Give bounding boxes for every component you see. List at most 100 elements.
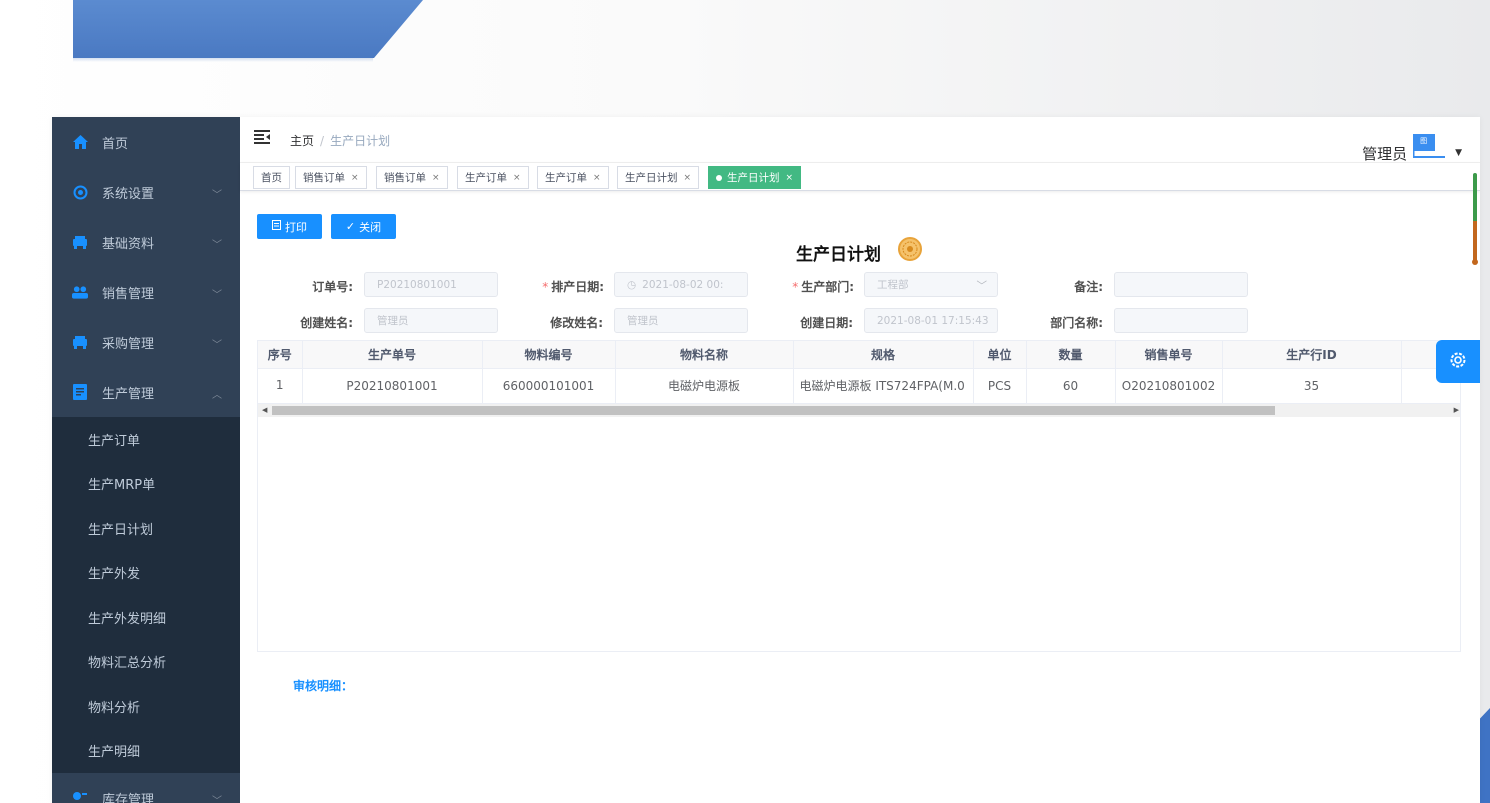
avatar[interactable]: 图 [1413,134,1446,164]
sidebar-item-label: 生产管理 [102,386,155,402]
settings-button[interactable] [1436,340,1480,383]
close-icon[interactable]: × [513,173,521,183]
tag-production-order[interactable]: 生产订单 × [537,166,609,189]
sidebar-item-basic[interactable]: 基础资料 ﹀ [52,217,240,267]
tag-daily-plan[interactable]: 生产日计划 × [617,166,700,189]
sidebar-item-sales[interactable]: 销售管理 ﹀ [52,267,240,317]
column-header[interactable]: 序号 [258,341,303,369]
avatar-text: 图 [1420,137,1428,145]
printer-icon [272,220,281,233]
close-icon[interactable]: × [684,173,692,183]
table-cell: 60 [1026,368,1116,404]
check-icon: ✓ [345,220,356,233]
production-submenu: 生产订单 生产MRP单 生产日计划 生产外发 生产外发明细 物料汇总分析 物料分… [52,417,240,773]
close-button[interactable]: ✓ 关闭 [331,214,396,239]
breadcrumb-home[interactable]: 主页 [290,134,314,148]
tag-label: 生产订单 [545,172,587,184]
sidebar-item-label: 基础资料 [102,236,155,252]
submenu-production-detail[interactable]: 生产明细 [52,729,240,774]
tag-label: 销售订单 [303,172,345,184]
sidebar-item-label: 销售管理 [102,286,155,302]
column-header[interactable]: 生产单号 [302,341,483,369]
seal-icon [898,237,922,261]
chevron-up-icon: ︿ [212,390,222,401]
column-header[interactable]: 物料名称 [615,341,794,369]
tags-view: 首页 销售订单 × 销售订单 × 生产订单 × 生产订单 × 生产日计划 × 生产日计划 × [240,163,1480,191]
remark-input[interactable] [1114,272,1248,297]
order-no-label: 订单号: [312,280,353,294]
sidebar-item-label: 系统设置 [102,186,155,202]
scroll-left-icon[interactable]: ◀ [262,406,267,414]
print-button[interactable]: 打印 [257,214,322,239]
breadcrumb-current: 生产日计划 [330,134,391,148]
breadcrumb-separator: / [320,134,325,148]
car-icon [72,334,88,350]
tag-label: 首页 [261,172,282,184]
sidebar-item-label: 首页 [102,136,129,152]
tag-label: 生产订单 [465,172,507,184]
home-icon [72,134,88,150]
navbar: 主页 / 生产日计划 管理员 图 ▼ [240,117,1480,163]
vertical-scrollbar[interactable] [1472,173,1478,268]
column-header[interactable]: 物料编号 [482,341,616,369]
table: 序号 生产单号 物料编号 物料名称 规格 单位 数量 销售单号 生产行ID 1 … [258,341,1460,404]
submenu-outsource[interactable]: 生产外发 [52,551,240,596]
clock-icon: ◷ [627,278,637,291]
tag-label: 销售订单 [384,172,426,184]
breadcrumb: 主页 / 生产日计划 [290,132,390,149]
caret-down-icon: ▼ [1455,148,1462,158]
modifier-input[interactable]: 管理员 [614,308,748,333]
remark-label: 备注: [1074,280,1103,294]
submenu-daily-plan[interactable]: 生产日计划 [52,506,240,551]
tag-label: 生产日计划 [727,172,780,184]
app-window: 首页 系统设置 ﹀ 基础资料 ﹀ 销售管理 ﹀ 采购管理 ﹀ 生产管理 ︿ 生产… [52,117,1480,803]
sidebar-item-purchase[interactable]: 采购管理 ﹀ [52,317,240,367]
table-cell: O20210801002 [1115,368,1223,404]
scrollbar-thumb[interactable] [272,406,1275,415]
schedule-date-input[interactable]: ◷ 2021-08-02 00: [614,272,748,297]
system-icon [72,184,88,200]
submenu-material-analysis[interactable]: 物料分析 [52,684,240,729]
close-icon[interactable]: × [351,173,359,183]
tag-sales-order[interactable]: 销售订单 × [295,166,367,189]
submenu-production-mrp[interactable]: 生产MRP单 [52,462,240,507]
users-icon [72,284,88,300]
page-title: 生产日计划 [796,245,881,265]
dept-select[interactable]: 工程部 ﹀ [864,272,998,297]
active-dot-icon [716,174,722,181]
close-icon[interactable]: × [593,173,601,183]
submenu-material-summary[interactable]: 物料汇总分析 [52,640,240,685]
create-date-label: 创建日期: [800,316,853,330]
sidebar-item-inventory[interactable]: 库存管理 ﹀ [52,773,240,803]
column-header[interactable]: 生产行ID [1222,341,1402,369]
tag-production-order[interactable]: 生产订单 × [457,166,529,189]
sidebar-item-production[interactable]: 生产管理 ︿ [52,367,240,417]
sidebar-item-system[interactable]: 系统设置 ﹀ [52,167,240,217]
close-label: 关闭 [359,220,382,234]
dept-name-input[interactable] [1114,308,1248,333]
tag-daily-plan-active[interactable]: 生产日计划 × [708,166,802,189]
column-header[interactable]: 单位 [973,341,1027,369]
hamburger-icon[interactable] [254,130,270,144]
close-icon[interactable]: × [432,173,440,183]
scroll-right-icon[interactable]: ▶ [1454,406,1459,414]
detail-table: 序号 生产单号 物料编号 物料名称 规格 单位 数量 销售单号 生产行ID 1 … [257,340,1461,652]
horizontal-scrollbar[interactable]: ◀ ▶ [258,404,1460,417]
column-header[interactable]: 销售单号 [1115,341,1223,369]
tag-sales-order[interactable]: 销售订单 × [376,166,448,189]
user-menu[interactable]: 管理员 图 ▼ [1362,125,1462,164]
dept-label: * 生产部门: [792,280,854,294]
creator-input[interactable]: 管理员 [364,308,498,333]
table-row[interactable]: 1 P20210801001 660000101001 电磁炉电源板 电磁炉电源… [258,368,1460,404]
order-no-input[interactable]: P20210801001 [364,272,498,297]
submenu-production-order[interactable]: 生产订单 [52,417,240,462]
submenu-outsource-detail[interactable]: 生产外发明细 [52,595,240,640]
column-header[interactable]: 规格 [793,341,974,369]
create-date-input[interactable]: 2021-08-01 17:15:43 [864,308,998,333]
sidebar-item-home[interactable]: 首页 [52,117,240,167]
gear-icon [1448,350,1468,373]
column-header[interactable]: 数量 [1026,341,1116,369]
close-icon[interactable]: × [786,173,794,183]
tag-home[interactable]: 首页 [253,166,290,189]
table-header-row: 序号 生产单号 物料编号 物料名称 规格 单位 数量 销售单号 生产行ID [258,341,1460,369]
